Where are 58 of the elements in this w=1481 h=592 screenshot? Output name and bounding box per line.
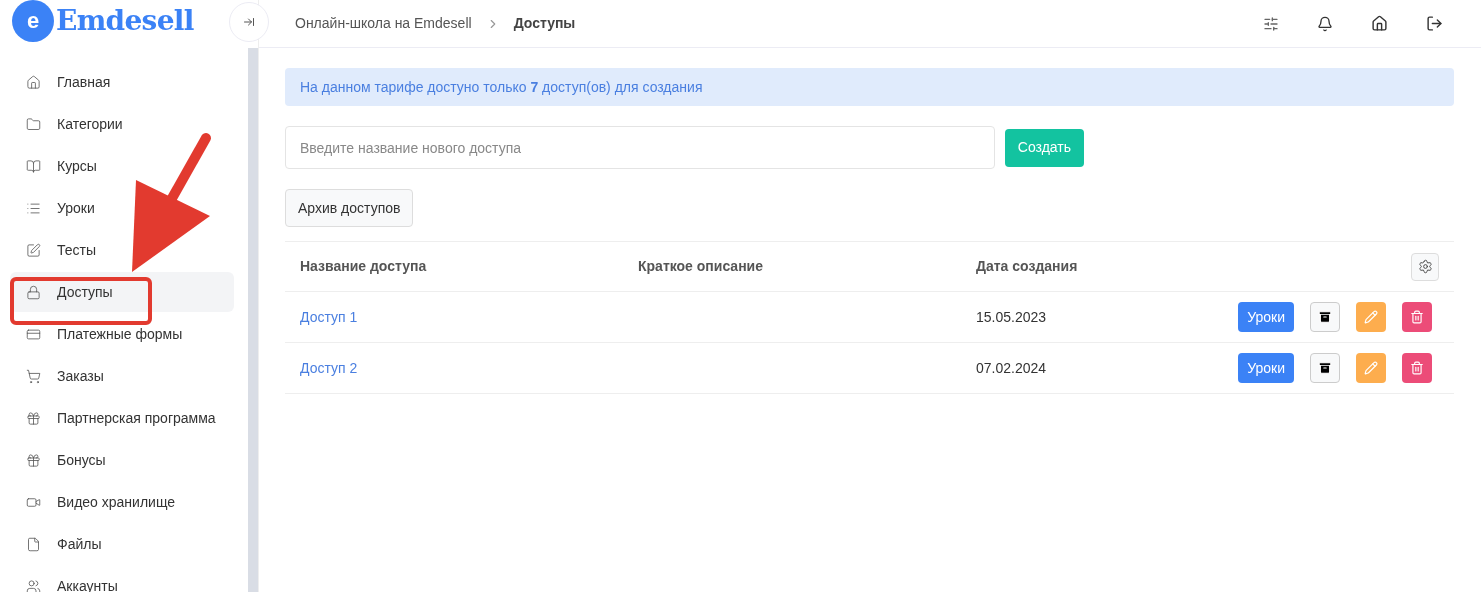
info-alert: На данном тарифе достуно только 7 доступ(ов) для создания xyxy=(285,68,1454,106)
settings-button[interactable] xyxy=(1411,252,1439,281)
column-header: Краткое описание xyxy=(638,257,764,276)
folder-icon xyxy=(26,116,41,132)
date-cell-text: 15.05.2023 xyxy=(976,307,1048,327)
sidebar-item[interactable]: Видео хранилище xyxy=(10,482,234,522)
sidebar-item[interactable]: Главная xyxy=(10,62,234,102)
sidebar-item[interactable]: Заказы xyxy=(10,356,234,396)
cart-icon xyxy=(26,368,41,384)
sidebar-item[interactable]: Тесты xyxy=(10,230,234,270)
logo-text: Emdesell xyxy=(56,3,194,39)
gift-icon xyxy=(26,452,41,468)
trash-icon xyxy=(1410,310,1424,324)
breadcrumb: Доступы xyxy=(513,14,576,33)
list-icon xyxy=(26,200,41,216)
delete-button[interactable] xyxy=(1402,353,1432,383)
pencil-icon xyxy=(1364,310,1378,324)
pencil-icon xyxy=(1364,361,1378,375)
card-icon xyxy=(26,326,41,342)
bell-icon[interactable] xyxy=(1317,15,1333,32)
column-header: Название доступа xyxy=(300,257,428,276)
lessons-button[interactable]: Уроки xyxy=(1238,353,1294,383)
logo-icon: e xyxy=(12,0,54,42)
archive-icon-button[interactable] xyxy=(1310,353,1340,383)
delete-button[interactable] xyxy=(1402,302,1432,332)
breadcrumb[interactable]: Онлайн-школа на Emdesell xyxy=(295,13,472,34)
access-link[interactable]: Доступ 1 xyxy=(300,306,638,328)
archive-icon-button[interactable] xyxy=(1310,302,1340,332)
trash-icon xyxy=(1410,361,1424,375)
sidebar-item[interactable]: Партнерская программа xyxy=(10,398,234,438)
access-name-input[interactable]: Введите название нового доступа xyxy=(285,126,995,169)
edit-icon xyxy=(26,242,41,258)
house-icon[interactable] xyxy=(1371,15,1388,32)
lessons-button[interactable]: Уроки xyxy=(1238,302,1294,332)
settings-sliders-icon[interactable] xyxy=(1263,15,1279,32)
book-icon xyxy=(26,158,41,174)
archive-box-icon xyxy=(1318,361,1332,375)
home-icon xyxy=(26,74,41,90)
lock-icon xyxy=(26,284,41,300)
file-icon xyxy=(26,536,41,552)
collapse-icon xyxy=(243,16,255,28)
sidebar-item[interactable]: Уроки xyxy=(10,188,234,228)
sidebar-item[interactable]: Файлы xyxy=(10,524,234,564)
archive-box-icon xyxy=(1318,310,1332,324)
date-cell-text: 07.02.2024 xyxy=(976,358,1048,378)
sidebar-item[interactable]: Курсы xyxy=(10,146,234,186)
sidebar-item[interactable]: Категории xyxy=(10,104,234,144)
logout-icon[interactable] xyxy=(1426,15,1443,32)
column-header: Дата создания xyxy=(976,257,1079,276)
sidebar-item[interactable]: Доступы xyxy=(10,272,234,312)
gift-icon xyxy=(26,410,41,426)
gear-icon xyxy=(1417,259,1433,274)
scrollbar[interactable] xyxy=(248,48,258,592)
users-icon xyxy=(26,578,41,592)
sidebar-item[interactable]: Бонусы xyxy=(10,440,234,480)
sidebar-item[interactable]: Платежные формы xyxy=(10,314,234,354)
access-link[interactable]: Доступ 2 xyxy=(300,357,638,379)
archive-button[interactable]: Архив доступов xyxy=(285,189,414,227)
